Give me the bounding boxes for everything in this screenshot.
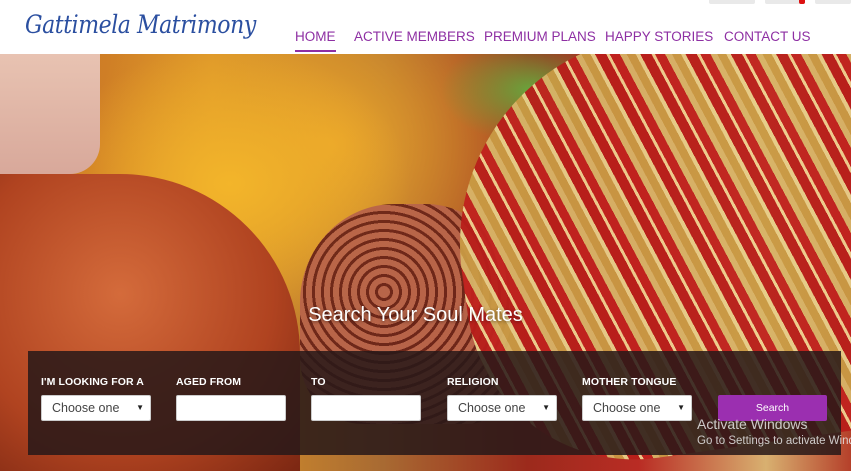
dropdown-arrow-icon: ▼ <box>542 403 550 412</box>
aged-from-label: AGED FROM <box>176 376 242 388</box>
mother-tongue-label: MOTHER TONGUE <box>582 376 677 388</box>
site-header: Gattimela Matrimony HOME ACTIVE MEMBERS … <box>0 0 851 55</box>
nav-contact-us[interactable]: CONTACT US <box>724 29 811 44</box>
browser-toolbar-strip <box>701 0 851 5</box>
watermark-line1: Activate Windows <box>697 416 808 432</box>
aged-to-label: TO <box>311 376 326 388</box>
dropdown-arrow-icon: ▼ <box>677 403 685 412</box>
toolbar-tab[interactable] <box>815 0 851 4</box>
religion-label: RELIGION <box>447 376 499 388</box>
hero-image-cloth <box>0 54 100 174</box>
windows-activation-watermark: Activate Windows Go to Settings to activ… <box>697 416 851 447</box>
dropdown-arrow-icon: ▼ <box>136 403 144 412</box>
site-logo[interactable]: Gattimela Matrimony <box>25 10 256 39</box>
mother-tongue-value: Choose one <box>593 401 661 415</box>
hero-title: Search Your Soul Mates <box>308 304 523 326</box>
nav-active-members[interactable]: ACTIVE MEMBERS <box>354 29 475 44</box>
aged-from-input[interactable] <box>176 395 286 421</box>
toolbar-tab[interactable] <box>709 0 755 4</box>
religion-select[interactable]: Choose one ▼ <box>447 395 557 421</box>
nav-home[interactable]: HOME <box>295 29 336 52</box>
looking-for-value: Choose one <box>52 401 120 415</box>
mother-tongue-select[interactable]: Choose one ▼ <box>582 395 692 421</box>
aged-to-input[interactable] <box>311 395 421 421</box>
watermark-line2: Go to Settings to activate Wind <box>697 435 851 447</box>
notification-badge <box>799 0 805 4</box>
nav-premium-plans[interactable]: PREMIUM PLANS <box>484 29 596 44</box>
looking-for-label: I'M LOOKING FOR A <box>41 376 144 388</box>
religion-value: Choose one <box>458 401 526 415</box>
nav-happy-stories[interactable]: HAPPY STORIES <box>605 29 713 44</box>
looking-for-select[interactable]: Choose one ▼ <box>41 395 151 421</box>
